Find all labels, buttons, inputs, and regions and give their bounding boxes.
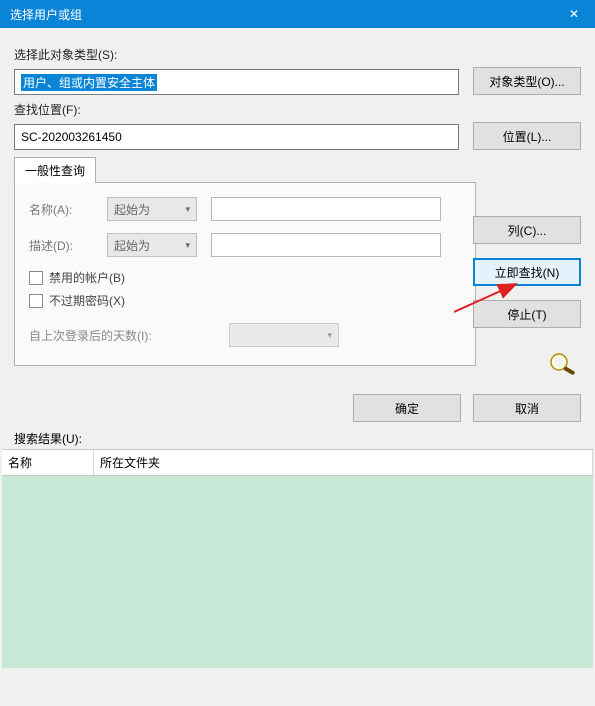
object-type-label: 选择此对象类型(S): bbox=[14, 46, 581, 63]
chevron-down-icon: ▾ bbox=[185, 204, 190, 215]
name-label: 名称(A): bbox=[29, 201, 107, 218]
description-label: 描述(D): bbox=[29, 237, 107, 254]
columns-button[interactable]: 列(C)... bbox=[473, 216, 581, 244]
stop-button[interactable]: 停止(T) bbox=[473, 300, 581, 328]
name-match-combo[interactable]: 起始为 ▾ bbox=[107, 197, 197, 221]
name-input[interactable] bbox=[211, 197, 441, 221]
results-list[interactable] bbox=[2, 476, 593, 668]
ok-button[interactable]: 确定 bbox=[353, 394, 461, 422]
location-value: SC-202003261450 bbox=[21, 130, 122, 144]
find-now-button[interactable]: 立即查找(N) bbox=[473, 258, 581, 286]
close-icon: ✕ bbox=[569, 7, 579, 21]
object-type-value: 用户、组或内置安全主体 bbox=[21, 74, 157, 91]
general-query-panel: 名称(A): 起始为 ▾ 描述(D): 起始为 ▾ 禁用的帐户(B) 不过期密码… bbox=[14, 182, 476, 366]
disabled-accounts-checkbox[interactable] bbox=[29, 271, 43, 285]
results-col-name[interactable]: 名称 bbox=[2, 450, 94, 475]
cancel-button[interactable]: 取消 bbox=[473, 394, 581, 422]
window-title: 选择用户或组 bbox=[10, 6, 82, 23]
search-magnifier-icon bbox=[545, 350, 581, 378]
non-expiring-password-checkbox[interactable] bbox=[29, 294, 43, 308]
location-field[interactable]: SC-202003261450 bbox=[14, 124, 459, 150]
chevron-down-icon: ▾ bbox=[327, 330, 332, 341]
days-since-logon-combo[interactable]: ▾ bbox=[229, 323, 339, 347]
results-col-folder[interactable]: 所在文件夹 bbox=[94, 450, 593, 475]
disabled-accounts-label: 禁用的帐户(B) bbox=[49, 269, 125, 286]
tab-general-query[interactable]: 一般性查询 bbox=[14, 157, 96, 183]
location-label: 查找位置(F): bbox=[14, 101, 581, 118]
search-results-label: 搜索结果(U): bbox=[14, 430, 595, 447]
days-since-logon-label: 自上次登录后的天数(I): bbox=[29, 327, 229, 344]
close-button[interactable]: ✕ bbox=[553, 0, 595, 28]
locations-button[interactable]: 位置(L)... bbox=[473, 122, 581, 150]
description-match-combo[interactable]: 起始为 ▾ bbox=[107, 233, 197, 257]
object-type-field[interactable]: 用户、组或内置安全主体 bbox=[14, 69, 459, 95]
description-input[interactable] bbox=[211, 233, 441, 257]
non-expiring-password-label: 不过期密码(X) bbox=[49, 292, 125, 309]
object-types-button[interactable]: 对象类型(O)... bbox=[473, 67, 581, 95]
chevron-down-icon: ▾ bbox=[185, 240, 190, 251]
results-header: 名称 所在文件夹 bbox=[2, 449, 593, 476]
